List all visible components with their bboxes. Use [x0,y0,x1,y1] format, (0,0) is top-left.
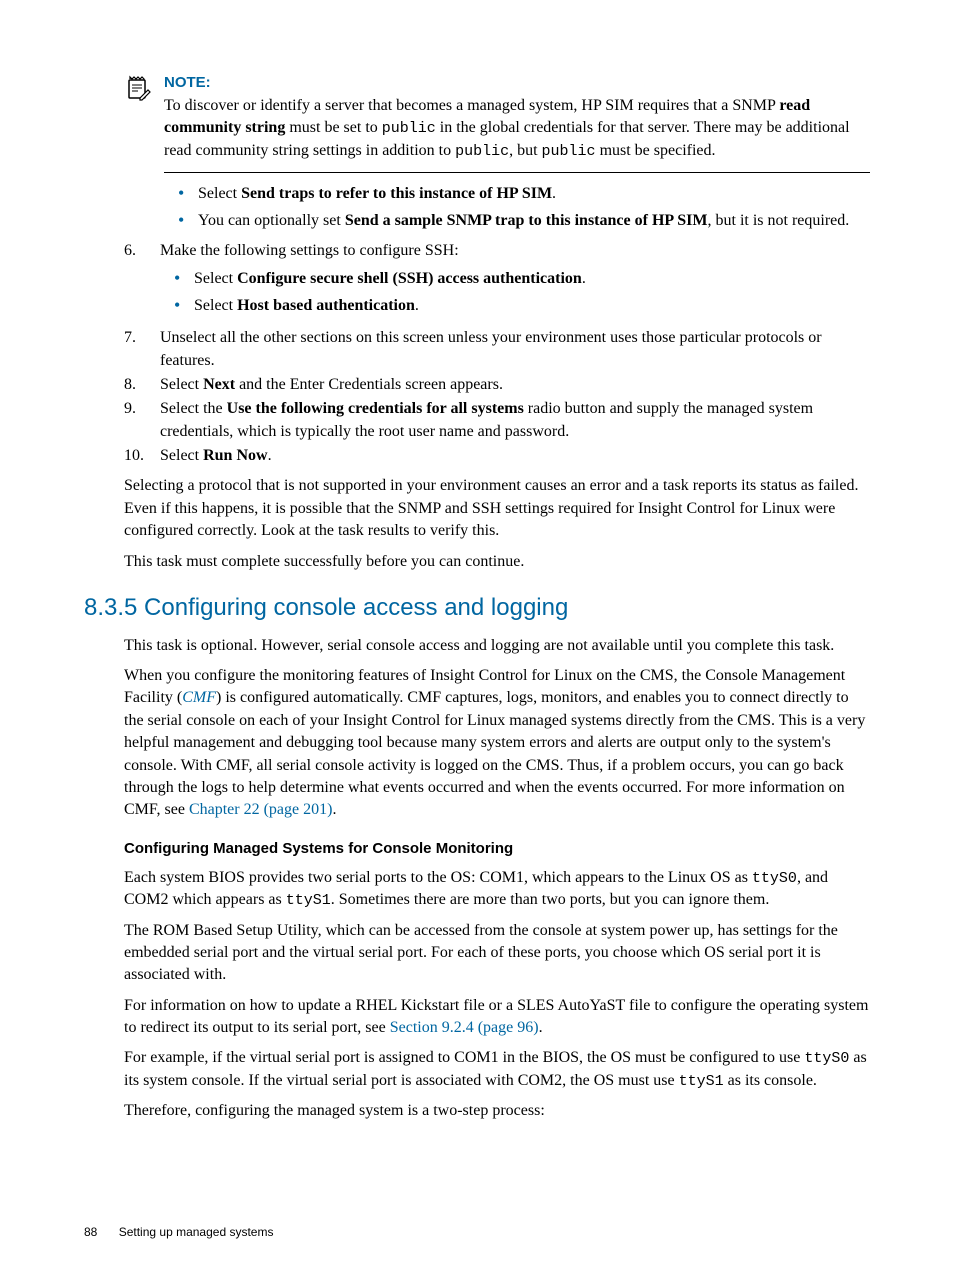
upper-bullet-list: Select Send traps to refer to this insta… [164,183,870,232]
paragraph: Therefore, configuring the managed syste… [124,1100,870,1122]
paragraph: This task is optional. However, serial c… [124,635,870,657]
step-7: 7. Unselect all the other sections on th… [124,327,870,372]
step-number: 9. [124,398,160,443]
bullet-post: . [415,297,419,314]
step-bold: Run Now [203,447,267,464]
text: as its console. [724,1072,817,1089]
note-mono: public [455,143,509,160]
bullet-post: . [582,270,586,287]
mono-text: ttyS0 [752,870,797,887]
note-text: must be specified. [596,142,716,159]
note-text: , but [509,142,541,159]
step-pre: Select [160,447,203,464]
step-6: 6. Make the following settings to config… [124,240,870,325]
list-item: Select Configure secure shell (SSH) acce… [160,268,870,290]
list-item: Select Send traps to refer to this insta… [164,183,870,205]
paragraph: This task must complete successfully bef… [124,551,870,573]
bullet-post: . [552,185,556,202]
paragraph: When you configure the monitoring featur… [124,665,870,822]
paragraph: Selecting a protocol that is not support… [124,475,870,542]
note-text: must be set to [285,119,381,136]
page-number: 88 [84,1225,97,1239]
step-8: 8. Select Next and the Enter Credentials… [124,374,870,396]
step-number: 6. [124,240,160,325]
sub-heading: Configuring Managed Systems for Console … [124,838,870,859]
note-divider [164,172,870,173]
step-bold: Use the following credentials for all sy… [227,400,524,417]
paragraph: For example, if the virtual serial port … [124,1047,870,1092]
step-pre: Select [160,376,203,393]
mono-text: ttyS0 [804,1050,849,1067]
bullet-pre: Select [194,297,237,314]
step-10: 10. Select Run Now. [124,445,870,467]
bullet-pre: Select [198,185,241,202]
note-mono: public [382,120,436,137]
note-block: NOTE: To discover or identify a server t… [124,72,870,162]
note-mono: public [542,143,596,160]
bullet-bold: Configure secure shell (SSH) access auth… [237,270,582,287]
step-post: and the Enter Credentials screen appears… [235,376,503,393]
note-icon [124,74,152,109]
text: Each system BIOS provides two serial por… [124,869,752,886]
bullet-post: , but it is not required. [708,212,850,229]
bullet-bold: Send traps to refer to this instance of … [241,185,552,202]
text: For example, if the virtual serial port … [124,1049,804,1066]
step-number: 7. [124,327,160,372]
step-bold: Next [203,376,235,393]
step-number: 8. [124,374,160,396]
bullet-bold: Host based authentication [237,297,415,314]
step-9: 9. Select the Use the following credenti… [124,398,870,443]
bullet-pre: You can optionally set [198,212,345,229]
text: ) is configured automatically. CMF captu… [124,689,865,818]
glossary-link-cmf[interactable]: CMF [182,689,216,706]
text: . [539,1019,543,1036]
text: . [332,801,336,818]
list-item: Select Host based authentication. [160,295,870,317]
paragraph: The ROM Based Setup Utility, which can b… [124,920,870,987]
step-text: Make the following settings to configure… [160,240,870,262]
paragraph: For information on how to update a RHEL … [124,995,870,1040]
footer-text: Setting up managed systems [119,1225,274,1239]
steps-list: 6. Make the following settings to config… [124,240,870,468]
chapter-link[interactable]: Chapter 22 (page 201) [189,801,333,818]
section-link[interactable]: Section 9.2.4 (page 96) [390,1019,539,1036]
step-number: 10. [124,445,160,467]
step-post: . [268,447,272,464]
paragraph: Each system BIOS provides two serial por… [124,867,870,912]
mono-text: ttyS1 [286,892,331,909]
bullet-bold: Send a sample SNMP trap to this instance… [345,212,708,229]
note-heading: NOTE: [164,72,870,93]
list-item: You can optionally set Send a sample SNM… [164,210,870,232]
text: . Sometimes there are more than two port… [331,891,770,908]
note-text: To discover or identify a server that be… [164,97,779,114]
bullet-pre: Select [194,270,237,287]
page-footer: 88 Setting up managed systems [84,1224,273,1241]
section-title: 8.3.5 Configuring console access and log… [84,591,870,625]
mono-text: ttyS1 [679,1073,724,1090]
step-text: Unselect all the other sections on this … [160,327,870,372]
step-pre: Select the [160,400,227,417]
note-body: To discover or identify a server that be… [164,95,870,162]
